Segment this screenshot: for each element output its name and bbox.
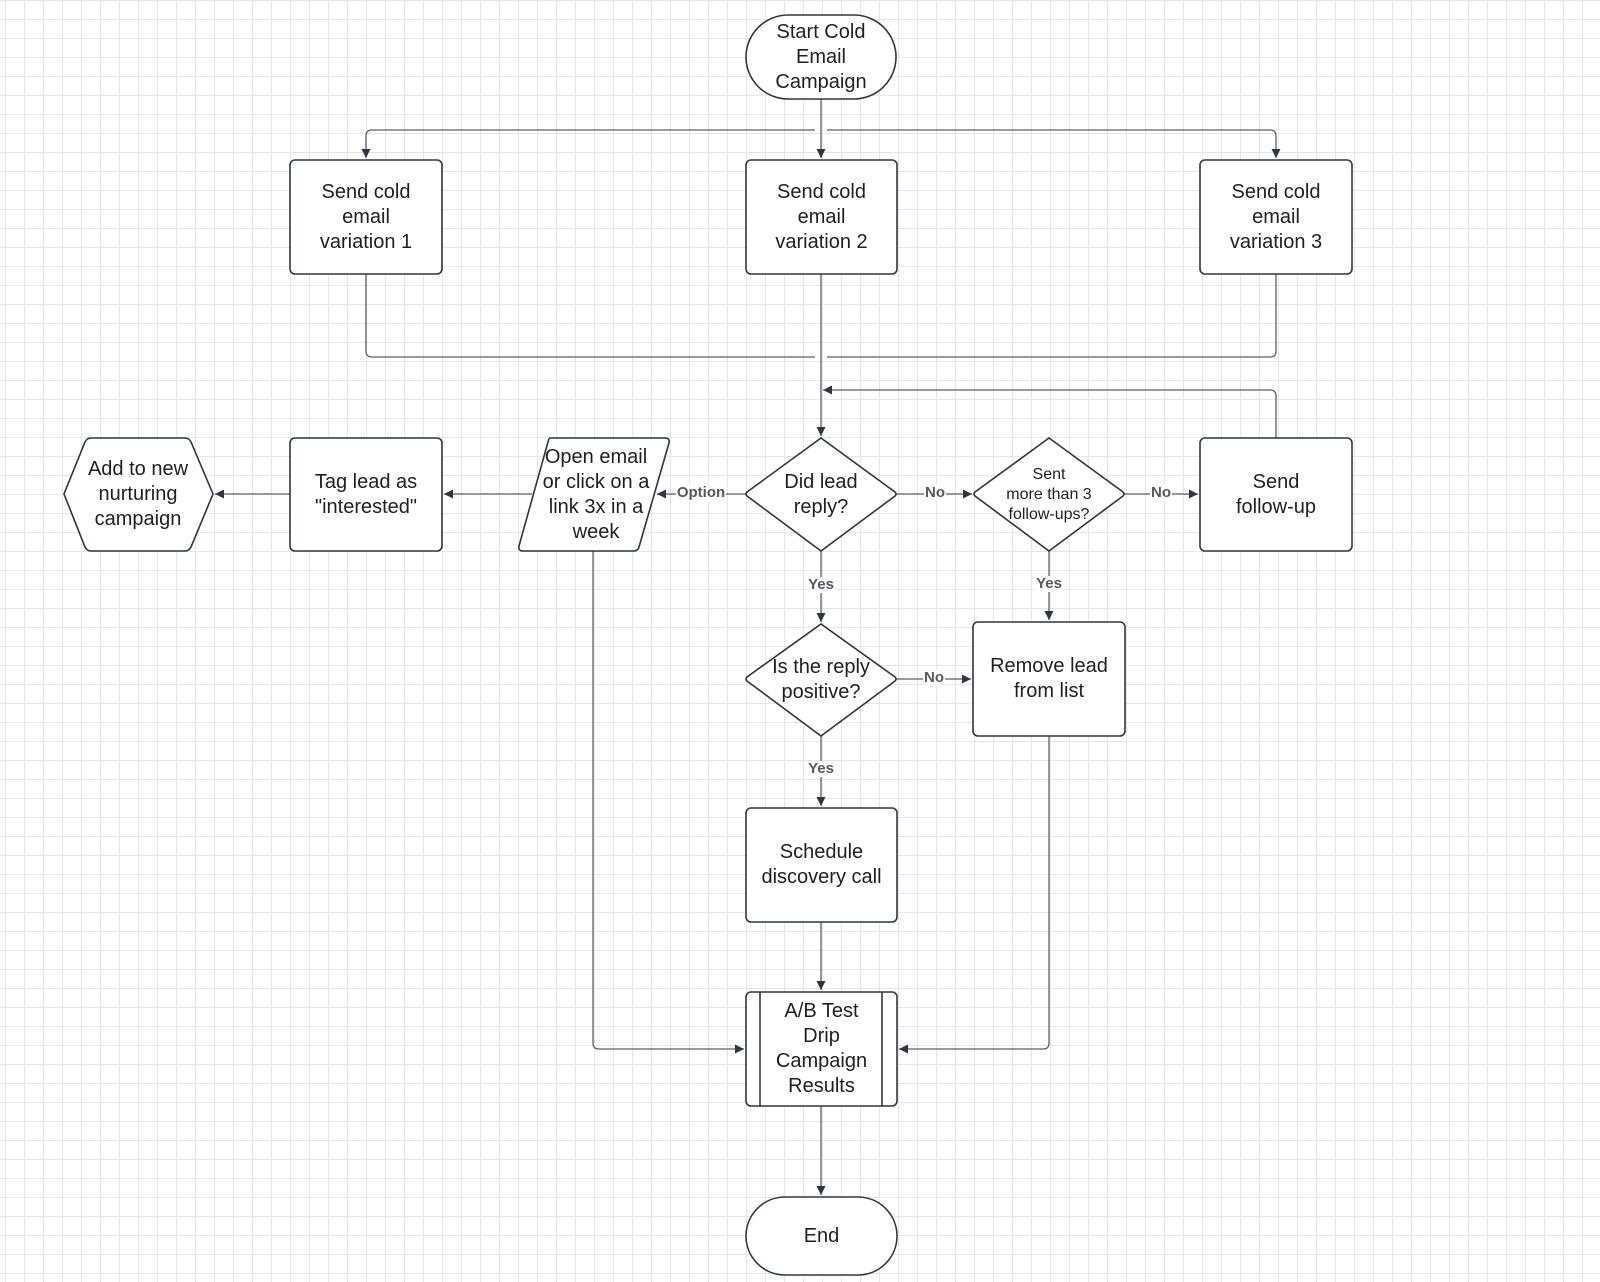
- edge-email1-replied[interactable]: [365, 274, 815, 358]
- tag-interested-shape[interactable]: [289, 437, 443, 552]
- edge-start-email3[interactable]: [827, 129, 1281, 158]
- email-variation-1-shape[interactable]: [289, 159, 443, 275]
- start-terminator-shape[interactable]: [745, 14, 897, 100]
- open-email-parallelogram-shape[interactable]: [518, 437, 670, 552]
- edge-open-abtest[interactable]: [592, 551, 744, 1054]
- edge-sendfollow-replied[interactable]: [823, 385, 1277, 438]
- edge-label-replied-no: No: [924, 484, 946, 501]
- remove-lead-shape[interactable]: [972, 621, 1126, 737]
- abtest-shape[interactable]: [745, 991, 898, 1107]
- edge-remove-abtest[interactable]: [899, 736, 1050, 1054]
- nurture-hexagon-shape[interactable]: [63, 437, 214, 552]
- edge-label-replied-yes: Yes: [807, 576, 835, 593]
- email-variation-2-shape[interactable]: [745, 159, 898, 275]
- edge-label-positive-no: No: [923, 669, 945, 686]
- email-variation-3-shape[interactable]: [1199, 159, 1353, 275]
- followups-diamond-shape[interactable]: [973, 437, 1125, 552]
- flowchart-canvas: [63, 14, 1353, 1276]
- send-followup-shape[interactable]: [1199, 437, 1353, 552]
- reply-positive-diamond-shape[interactable]: [745, 623, 897, 737]
- edge-start-email1[interactable]: [361, 129, 815, 158]
- edge-label-followups-no: No: [1150, 484, 1172, 501]
- end-terminator-shape[interactable]: [745, 1196, 898, 1276]
- edge-label-followups-yes: Yes: [1035, 575, 1063, 592]
- did-lead-reply-diamond-shape[interactable]: [745, 437, 897, 552]
- edge-label-positive-yes: Yes: [807, 760, 835, 777]
- schedule-call-shape[interactable]: [745, 807, 898, 923]
- edge-label-option: Option: [675, 484, 727, 501]
- edge-email3-replied[interactable]: [827, 274, 1277, 358]
